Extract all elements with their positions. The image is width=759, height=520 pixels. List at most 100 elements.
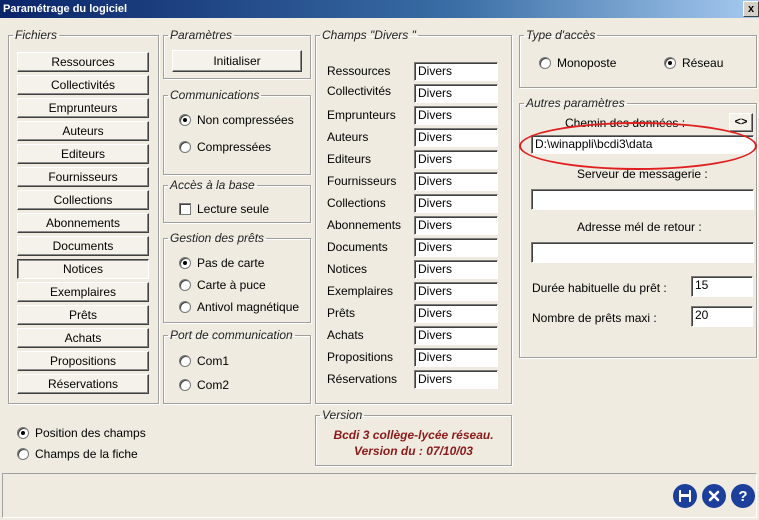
radio-label: Antivol magnétique xyxy=(197,300,300,314)
file-button-reservations[interactable]: Réservations xyxy=(17,374,149,394)
radio-dot[interactable] xyxy=(179,301,191,313)
type-acces-legend: Type d'accès xyxy=(526,28,596,42)
help-icon[interactable]: ? xyxy=(731,484,755,508)
radio-dot[interactable] xyxy=(179,257,191,269)
champ-label-reservations: Réservations xyxy=(327,372,398,386)
radio-dot[interactable] xyxy=(664,57,676,69)
champ-input-collections[interactable]: Divers xyxy=(414,194,498,213)
radio-label: Pas de carte xyxy=(197,256,265,270)
file-button-auteurs[interactable]: Auteurs xyxy=(17,121,149,141)
champ-label-notices: Notices xyxy=(327,262,368,276)
checkbox-box[interactable] xyxy=(179,203,191,215)
champ-input-abonnements[interactable]: Divers xyxy=(414,216,498,235)
radio-dot[interactable] xyxy=(179,279,191,291)
champ-input-reservations[interactable]: Divers xyxy=(414,370,498,389)
gestion-prets-legend: Gestion des prêts xyxy=(170,231,265,245)
browse-path-button[interactable]: <> xyxy=(729,113,753,132)
radio-dot[interactable] xyxy=(179,114,191,126)
serveur-input[interactable] xyxy=(531,189,754,210)
champ-label-achats: Achats xyxy=(327,328,364,342)
champ-input-propositions[interactable]: Divers xyxy=(414,348,498,367)
radio-compressees[interactable]: Compressées xyxy=(179,140,271,154)
save-icon[interactable] xyxy=(673,484,697,508)
file-button-collections[interactable]: Collections xyxy=(17,190,149,210)
champ-label-abonnements: Abonnements xyxy=(327,218,402,232)
fichiers-legend: Fichiers xyxy=(15,28,58,42)
radio-label: Compressées xyxy=(197,140,272,154)
file-button-abonnements[interactable]: Abonnements xyxy=(17,213,149,233)
radio-champs-de-la-fiche[interactable]: Champs de la fiche xyxy=(17,447,138,461)
file-button-emprunteurs[interactable]: Emprunteurs xyxy=(17,98,149,118)
radio-antivol-magnetique[interactable]: Antivol magnétique xyxy=(179,300,299,314)
communications-group: Communications xyxy=(163,88,311,175)
champ-label-emprunteurs: Emprunteurs xyxy=(327,108,396,122)
radio-label: Com2 xyxy=(197,378,230,392)
radio-dot[interactable] xyxy=(179,355,191,367)
champ-label-collectivites: Collectivités xyxy=(327,84,392,98)
champ-input-collectivites[interactable]: Divers xyxy=(414,84,498,103)
adresse-input[interactable] xyxy=(531,242,754,263)
nombre-label: Nombre de prêts maxi : xyxy=(532,311,657,325)
radio-dot[interactable] xyxy=(179,379,191,391)
file-button-notices[interactable]: Notices xyxy=(17,259,149,279)
radio-com2[interactable]: Com2 xyxy=(179,378,229,392)
settings-window: Fichiers Ressources Collectivités Emprun… xyxy=(0,18,759,520)
radio-dot[interactable] xyxy=(539,57,551,69)
close-button[interactable]: x xyxy=(743,1,759,17)
version-info: Bcdi 3 collège-lycée réseau. Version du … xyxy=(315,428,512,468)
radio-label: Champs de la fiche xyxy=(35,447,138,461)
initialiser-button[interactable]: Initialiser xyxy=(172,50,302,72)
version-line-1: Bcdi 3 collège-lycée réseau. xyxy=(333,428,494,442)
radio-com1[interactable]: Com1 xyxy=(179,354,229,368)
nombre-input[interactable]: 20 xyxy=(691,306,753,327)
autres-parametres-legend: Autres paramètres xyxy=(526,96,625,110)
radio-position-des-champs[interactable]: Position des champs xyxy=(17,426,146,440)
communications-legend: Communications xyxy=(170,88,260,102)
radio-monoposte[interactable]: Monoposte xyxy=(539,56,616,70)
chemin-label: Chemin des données : xyxy=(565,116,686,130)
champs-divers-legend: Champs "Divers " xyxy=(322,28,416,42)
version-line-2: Version du : 07/10/03 xyxy=(354,444,473,458)
file-button-ressources[interactable]: Ressources xyxy=(17,52,149,72)
champ-label-propositions: Propositions xyxy=(327,350,394,364)
checkbox-label: Lecture seule xyxy=(197,202,270,216)
champ-input-notices[interactable]: Divers xyxy=(414,260,498,279)
champ-input-ressources[interactable]: Divers xyxy=(414,62,498,81)
radio-dot[interactable] xyxy=(17,427,29,439)
file-button-exemplaires[interactable]: Exemplaires xyxy=(17,282,149,302)
champ-label-fournisseurs: Fournisseurs xyxy=(327,174,397,188)
parametres-legend: Paramètres xyxy=(170,28,233,42)
file-button-prets[interactable]: Prêts xyxy=(17,305,149,325)
radio-label: Position des champs xyxy=(35,426,146,440)
file-button-propositions[interactable]: Propositions xyxy=(17,351,149,371)
champ-input-achats[interactable]: Divers xyxy=(414,326,498,345)
champ-input-exemplaires[interactable]: Divers xyxy=(414,282,498,301)
chemin-input[interactable]: D:\winappli\bcdi3\data xyxy=(531,135,754,154)
cancel-icon[interactable] xyxy=(702,484,726,508)
champ-input-emprunteurs[interactable]: Divers xyxy=(414,106,498,125)
file-button-collectivites[interactable]: Collectivités xyxy=(17,75,149,95)
champ-input-fournisseurs[interactable]: Divers xyxy=(414,172,498,191)
checkbox-lecture-seule[interactable]: Lecture seule xyxy=(179,202,269,216)
champ-input-documents[interactable]: Divers xyxy=(414,238,498,257)
radio-dot[interactable] xyxy=(179,141,191,153)
window-title: Paramétrage du logiciel xyxy=(3,3,128,15)
radio-non-compressees[interactable]: Non compressées xyxy=(179,113,294,127)
port-legend: Port de communication xyxy=(170,328,293,342)
champ-label-ressources: Ressources xyxy=(327,64,391,78)
radio-dot[interactable] xyxy=(17,448,29,460)
radio-carte-a-puce[interactable]: Carte à puce xyxy=(179,278,266,292)
file-button-documents[interactable]: Documents xyxy=(17,236,149,256)
file-button-fournisseurs[interactable]: Fournisseurs xyxy=(17,167,149,187)
champ-label-prets: Prêts xyxy=(327,306,356,320)
duree-input[interactable]: 15 xyxy=(691,276,753,297)
file-button-editeurs[interactable]: Editeurs xyxy=(17,144,149,164)
file-button-achats[interactable]: Achats xyxy=(17,328,149,348)
radio-pas-de-carte[interactable]: Pas de carte xyxy=(179,256,264,270)
radio-label: Réseau xyxy=(682,56,724,70)
radio-reseau[interactable]: Réseau xyxy=(664,56,723,70)
radio-label: Com1 xyxy=(197,354,230,368)
champ-input-auteurs[interactable]: Divers xyxy=(414,128,498,147)
champ-input-editeurs[interactable]: Divers xyxy=(414,150,498,169)
champ-input-prets[interactable]: Divers xyxy=(414,304,498,323)
